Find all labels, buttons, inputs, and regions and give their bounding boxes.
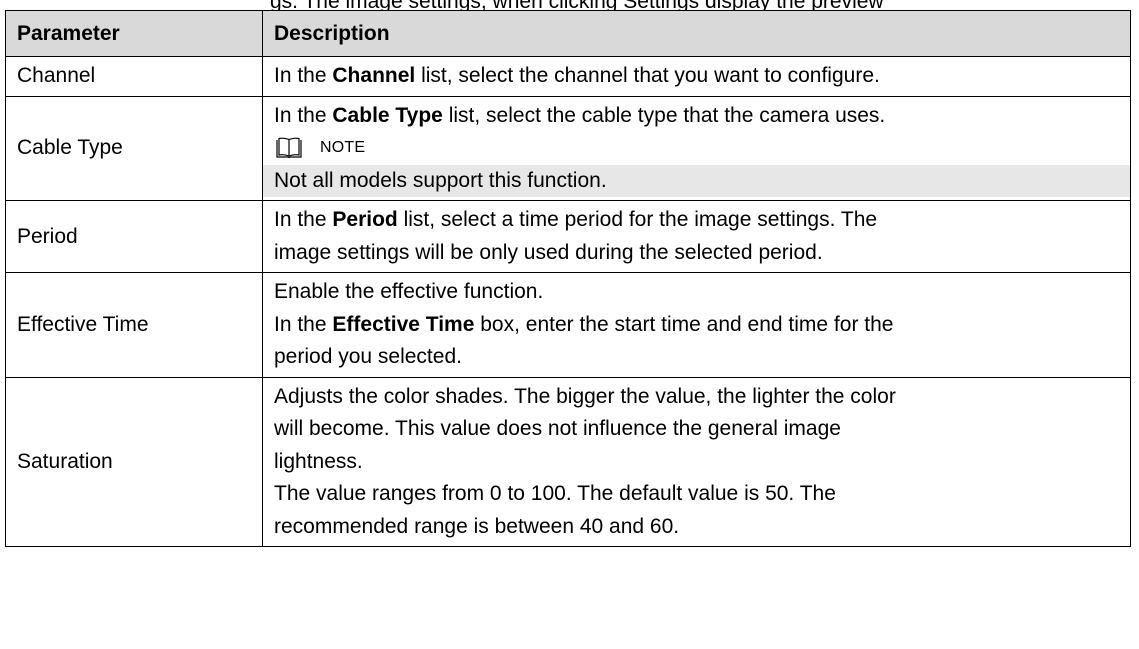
text-segment: In the <box>274 208 333 231</box>
desc-line: In the Cable Type list, select the cable… <box>274 100 1122 133</box>
open-book-icon <box>276 137 302 159</box>
param-name-effective-time: Effective Time <box>5 272 263 378</box>
header-description: Description <box>262 10 1131 57</box>
desc-line: Adjusts the color shades. The bigger the… <box>274 384 896 408</box>
desc-line: lightness. <box>274 449 363 473</box>
text-segment: list, select a time period for the image… <box>397 208 878 231</box>
bold-term: Period <box>332 208 398 231</box>
table-row: Period In the Period list, select a time… <box>5 200 1131 273</box>
desc-line: will become. This value does not influen… <box>274 417 841 440</box>
table-row: Cable Type In the Cable Type list, selec… <box>5 95 1131 201</box>
param-name-cable-type: Cable Type <box>5 95 263 201</box>
bold-term: Cable Type <box>332 103 443 127</box>
param-name-period: Period <box>5 200 263 273</box>
note-text: Not all models support this function. <box>263 164 1130 197</box>
header-parameter: Parameter <box>5 10 263 57</box>
text-segment: In the <box>274 312 333 336</box>
text-segment: box, enter the start time and end time f… <box>474 312 894 336</box>
desc-line: In the Channel list, select the channel … <box>274 60 1122 93</box>
desc-line: image settings will be only used during … <box>274 240 823 264</box>
note-label: NOTE <box>320 139 366 156</box>
text-segment: list, select the cable type that the cam… <box>442 103 886 127</box>
bold-term: Effective Time <box>332 312 475 336</box>
bold-term: Channel <box>332 64 416 87</box>
table-row: Saturation Adjusts the color shades. The… <box>5 376 1131 547</box>
param-desc-effective-time: Enable the effective function. In the Ef… <box>262 272 1131 378</box>
param-desc-cable-type: In the Cable Type list, select the cable… <box>262 95 1131 201</box>
parameter-table: Parameter Description Channel In the Cha… <box>5 10 1131 547</box>
text-segment: In the <box>274 64 333 87</box>
text-segment: list, select the channel that you want t… <box>415 64 880 87</box>
table-header-row: Parameter Description <box>5 10 1131 57</box>
param-name-saturation: Saturation <box>5 376 263 547</box>
text-segment: In the <box>274 103 333 127</box>
desc-line: In the Effective Time box, enter the sta… <box>274 309 1122 342</box>
param-desc-channel: In the Channel list, select the channel … <box>262 56 1131 97</box>
param-desc-saturation: Adjusts the color shades. The bigger the… <box>262 376 1131 547</box>
desc-line: recommended range is between 40 and 60. <box>274 514 680 538</box>
desc-line: The value ranges from 0 to 100. The defa… <box>274 482 836 505</box>
table-row: Effective Time Enable the effective func… <box>5 272 1131 378</box>
param-name-channel: Channel <box>5 56 263 97</box>
desc-line: Enable the effective function. <box>274 280 544 303</box>
table-row: Channel In the Channel list, select the … <box>5 56 1131 97</box>
param-desc-period: In the Period list, select a time period… <box>262 200 1131 273</box>
desc-line: period you selected. <box>274 345 462 368</box>
note-heading: NOTE <box>274 132 1122 165</box>
desc-line: In the Period list, select a time period… <box>274 204 1122 237</box>
